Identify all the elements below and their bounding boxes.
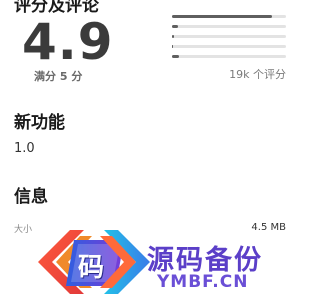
watermark: 码 源码备份 YMBF.CN xyxy=(0,0,300,300)
watermark-logo-char: 码 xyxy=(78,253,105,283)
app-store-screen: 评分及评论 4.9 满分 5 分 19k 个评分 新功能 1.0 信息 大小 4… xyxy=(0,0,300,300)
watermark-domain: YMBF.CN xyxy=(157,272,249,292)
